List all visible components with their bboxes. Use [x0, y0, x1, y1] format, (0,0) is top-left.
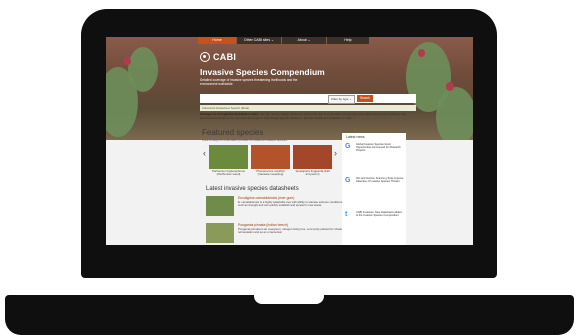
nav-help[interactable]: Help — [327, 37, 369, 44]
featured-card-caption: Spodoptera frugiperda (Fall armyworm) — [295, 169, 330, 177]
search-input[interactable] — [200, 94, 416, 103]
cactus-fruit — [446, 82, 454, 91]
latest-datasheets-heading: Latest invasive species datasheets — [206, 186, 299, 192]
google-icon: G — [345, 143, 351, 150]
page-title: Invasive Species Compendium — [200, 67, 325, 77]
featured-card-image — [209, 145, 248, 169]
featured-heading: Featured species — [202, 128, 264, 137]
google-icon: G — [345, 177, 351, 184]
top-nav: Home Other CABI sites ⌄ About ⌄ Help — [198, 37, 370, 44]
carousel-prev-icon[interactable]: ‹ — [203, 149, 206, 158]
news-item[interactable]: G Global Invasive Species Grant Opportun… — [345, 143, 405, 173]
cabi-logo[interactable]: CABI — [200, 52, 236, 62]
advanced-search-link[interactable]: Advanced Datasheet Search (Beta) — [200, 105, 416, 111]
featured-card[interactable]: Phenacoccus manihoti (Cassava mealybug) — [251, 145, 290, 177]
news-item[interactable]: G ISC and Horizon Scanning Tools Improve… — [345, 177, 405, 207]
news-item[interactable]: t CABI Invasives: New datasheets added t… — [345, 211, 405, 241]
datasheet-item[interactable]: Eucalyptus camaldulensis (river gum) E. … — [206, 196, 346, 218]
datasheet-thumbnail — [206, 196, 234, 216]
twitter-icon: t — [345, 211, 348, 218]
laptop-base-notch — [254, 295, 324, 304]
browser-screen: Home Other CABI sites ⌄ About ⌄ Help CAB… — [106, 37, 473, 245]
news-item-text: Global Invasive Species Grant Opportunit… — [356, 143, 401, 153]
hero-banner: Home Other CABI sites ⌄ About ⌄ Help CAB… — [106, 37, 473, 140]
featured-card[interactable]: Spodoptera frugiperda (Fall armyworm) — [293, 145, 332, 177]
featured-card[interactable]: Parthenium hysterophorus (Parthenium wee… — [209, 145, 248, 177]
cactus-shape — [436, 87, 473, 140]
distribution-notice: Changes to Compendia distribution data: … — [200, 112, 418, 121]
datasheet-thumbnail — [206, 223, 234, 243]
nav-other-sites[interactable]: Other CABI sites ⌄ — [237, 37, 281, 44]
featured-card-image — [251, 145, 290, 169]
search-type-select[interactable]: Filter by type ⌄ — [328, 95, 355, 104]
featured-card-image — [293, 145, 332, 169]
news-heading: Latest news — [346, 135, 365, 139]
featured-card-caption: Phenacoccus manihoti (Cassava mealybug) — [256, 169, 285, 177]
cactus-shape — [128, 47, 158, 92]
cactus-fruit — [418, 49, 425, 57]
featured-card-caption: Parthenium hysterophorus (Parthenium wee… — [212, 169, 245, 177]
cabi-logo-icon — [200, 52, 210, 62]
news-item-text: ISC and Horizon Scanning Tools Improve D… — [356, 177, 404, 184]
page-subtitle: Detailed coverage of invasive species th… — [200, 78, 298, 87]
datasheet-description: E. camaldulensis is a highly adaptable t… — [238, 200, 343, 208]
cactus-fruit — [124, 57, 131, 65]
carousel-next-icon[interactable]: › — [334, 149, 337, 158]
news-item-text: CABI Invasives: New datasheets added to … — [356, 211, 402, 218]
cabi-logo-text: CABI — [213, 52, 237, 62]
featured-subheading: Click through to information portals for… — [202, 138, 288, 142]
news-sidebar: Latest news G Global Invasive Species Gr… — [342, 133, 406, 245]
nav-about[interactable]: About ⌄ — [282, 37, 326, 44]
nav-home[interactable]: Home — [198, 37, 236, 44]
datasheet-description: Pongamia pinnata is an evergreen, nitrog… — [238, 227, 343, 235]
datasheet-item[interactable]: Pongamia pinnata (Indian beech) Pongamia… — [206, 223, 346, 245]
search-button[interactable]: Search — [357, 95, 373, 102]
